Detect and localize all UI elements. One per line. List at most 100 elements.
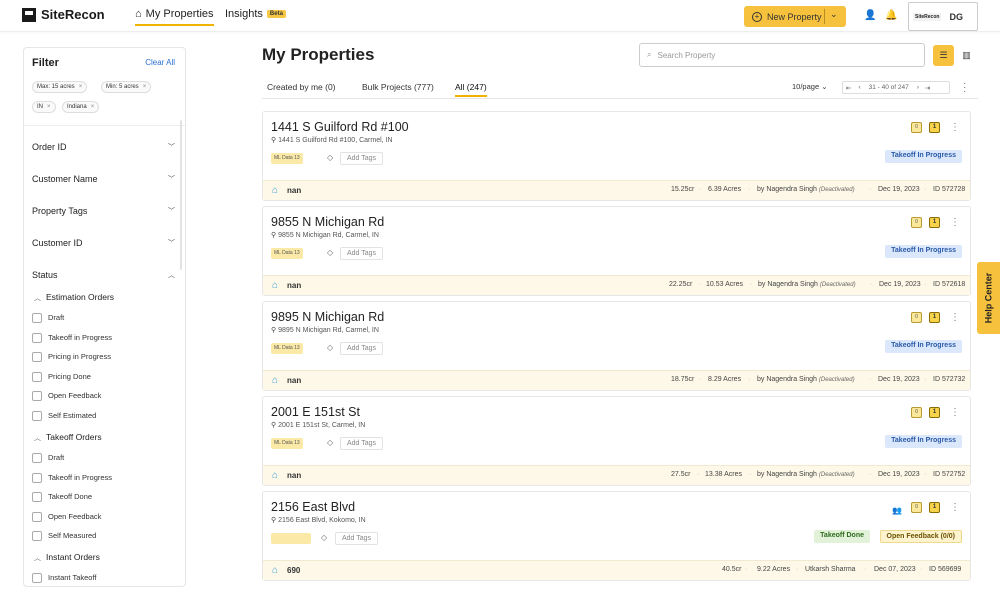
more-options-icon[interactable]: ⋮ bbox=[950, 122, 960, 133]
chip-label: IN bbox=[37, 104, 43, 110]
alert-icon[interactable]: 1 bbox=[929, 407, 940, 418]
property-name[interactable]: 1441 S Guilford Rd #100 bbox=[271, 120, 409, 134]
tab-bulk-projects[interactable]: Bulk Projects (777) bbox=[362, 82, 434, 92]
close-icon[interactable]: × bbox=[91, 104, 95, 110]
comment-icon[interactable]: 0 bbox=[911, 502, 922, 513]
section-property-tags[interactable]: Property Tags bbox=[32, 206, 87, 216]
chevron-up-icon[interactable]: ︿ bbox=[168, 270, 175, 280]
alert-icon[interactable]: 1 bbox=[929, 122, 940, 133]
section-customer-name[interactable]: Customer Name bbox=[32, 174, 98, 184]
checkbox[interactable] bbox=[32, 391, 42, 401]
pin-icon: ⚲ bbox=[271, 422, 277, 429]
tab-created-by-me[interactable]: Created by me (0) bbox=[267, 82, 336, 92]
filter-chip[interactable]: Indiana × bbox=[62, 101, 100, 113]
checkbox[interactable] bbox=[32, 531, 42, 541]
takeoff-orders-toggle[interactable]: ︿ Takeoff Orders bbox=[34, 432, 102, 443]
section-status[interactable]: Status bbox=[32, 270, 58, 280]
instant-orders-toggle[interactable]: ︿ Instant Orders bbox=[34, 552, 100, 563]
nav-insights[interactable]: Insights Beta bbox=[225, 8, 286, 20]
property-card[interactable]: 1441 S Guilford Rd #100 ⚲ 1441 S Guilford… bbox=[262, 111, 971, 201]
checkbox[interactable] bbox=[32, 372, 42, 382]
more-options-icon[interactable]: ⋮ bbox=[950, 217, 960, 228]
property-id: ID 572752 bbox=[933, 471, 966, 478]
alert-icon[interactable]: 1 bbox=[929, 502, 940, 513]
last-page-icon[interactable]: ⇥ bbox=[925, 84, 930, 92]
scrollbar[interactable] bbox=[180, 120, 182, 270]
tab-all[interactable]: All (247) bbox=[455, 82, 487, 97]
tag-icon: ◇ bbox=[327, 153, 334, 162]
user-icon[interactable]: 👤 bbox=[864, 10, 876, 21]
separator-dot: · bbox=[869, 186, 872, 193]
prev-page-icon[interactable]: ‹ bbox=[858, 84, 860, 91]
property-name[interactable]: 2156 East Blvd bbox=[271, 500, 355, 514]
property-name[interactable]: 9895 N Michigan Rd bbox=[271, 310, 384, 324]
section-order-id[interactable]: Order ID bbox=[32, 142, 67, 152]
checkbox[interactable] bbox=[32, 313, 42, 323]
checkbox[interactable] bbox=[32, 453, 42, 463]
per-page-select[interactable]: 10/page ⌄ bbox=[792, 82, 828, 91]
siterecon-logo[interactable]: SiteRecon bbox=[22, 7, 105, 22]
more-options-icon[interactable]: · · · bbox=[963, 79, 966, 97]
comment-icon[interactable]: 0 bbox=[911, 407, 922, 418]
filter-chip[interactable]: Max: 15 acres × bbox=[32, 81, 88, 93]
property-name[interactable]: 2001 E 151st St bbox=[271, 405, 360, 419]
checkbox[interactable] bbox=[32, 473, 42, 483]
acres-value: 9.22 Acres bbox=[757, 566, 791, 573]
card-icons: 0 1 bbox=[911, 407, 940, 418]
nav-my-properties[interactable]: ⌂ My Properties bbox=[135, 8, 214, 26]
checkbox[interactable] bbox=[32, 411, 42, 421]
add-tags-button[interactable]: Add Tags bbox=[340, 437, 384, 450]
checkbox-label: Takeoff Done bbox=[48, 492, 93, 501]
next-page-icon[interactable]: › bbox=[917, 84, 919, 91]
property-card[interactable]: 2001 E 151st St ⚲ 2001 E 151st St, Carmel… bbox=[262, 396, 971, 486]
chevron-down-icon[interactable]: ﹀ bbox=[168, 238, 175, 248]
checkbox[interactable] bbox=[32, 333, 42, 343]
search-input[interactable]: ⌕ Search Property bbox=[639, 43, 925, 67]
checkbox[interactable] bbox=[32, 492, 42, 502]
address-text: 9895 N Michigan Rd, Carmel, IN bbox=[278, 327, 379, 334]
chevron-down-icon[interactable]: ﹀ bbox=[168, 206, 175, 216]
add-tags-button[interactable]: Add Tags bbox=[340, 342, 384, 355]
more-options-icon[interactable]: ⋮ bbox=[950, 312, 960, 323]
add-tags-button[interactable]: Add Tags bbox=[340, 247, 384, 260]
close-icon[interactable]: × bbox=[79, 84, 83, 90]
property-card[interactable]: 9855 N Michigan Rd ⚲ 9855 N Michigan Rd, … bbox=[262, 206, 971, 296]
comment-icon[interactable]: 0 bbox=[911, 122, 922, 133]
users-icon[interactable]: 👥 bbox=[892, 506, 902, 515]
estimation-orders-toggle[interactable]: ︿ Estimation Orders bbox=[34, 292, 114, 303]
profile-menu[interactable]: SiteRecon DG bbox=[908, 2, 978, 31]
filter-chip[interactable]: IN × bbox=[32, 101, 56, 113]
new-property-button[interactable]: + New Property ⌄ bbox=[744, 6, 846, 27]
help-center-button[interactable]: Help Center bbox=[977, 262, 1000, 334]
section-customer-id[interactable]: Customer ID bbox=[32, 238, 83, 248]
alert-icon[interactable]: 1 bbox=[929, 217, 940, 228]
checkbox[interactable] bbox=[32, 352, 42, 362]
property-card[interactable]: 9895 N Michigan Rd ⚲ 9895 N Michigan Rd, … bbox=[262, 301, 971, 391]
chevron-down-icon[interactable]: ﹀ bbox=[168, 142, 175, 152]
property-card[interactable]: 2156 East Blvd ⚲ 2156 East Blvd, Kokomo, … bbox=[262, 491, 971, 581]
pagination: ⇤ ‹ 31 - 40 of 247 › ⇥ bbox=[842, 81, 950, 94]
bell-icon[interactable]: 🔔 bbox=[885, 10, 897, 21]
checkbox-label: Self Estimated bbox=[48, 411, 97, 420]
add-tags-button[interactable]: Add Tags bbox=[335, 532, 379, 545]
comment-icon[interactable]: 0 bbox=[911, 312, 922, 323]
close-icon[interactable]: × bbox=[143, 84, 147, 90]
comment-icon[interactable]: 0 bbox=[911, 217, 922, 228]
close-icon[interactable]: × bbox=[47, 104, 51, 110]
more-options-icon[interactable]: ⋮ bbox=[950, 502, 960, 513]
checkbox[interactable] bbox=[32, 512, 42, 522]
first-page-icon[interactable]: ⇤ bbox=[846, 84, 851, 92]
filter-chip[interactable]: Min: 5 acres × bbox=[101, 81, 152, 93]
more-options-icon[interactable]: ⋮ bbox=[950, 407, 960, 418]
alert-icon[interactable]: 1 bbox=[929, 312, 940, 323]
property-name[interactable]: 9855 N Michigan Rd bbox=[271, 215, 384, 229]
chevron-down-icon[interactable]: ⌄ bbox=[830, 9, 838, 20]
add-tags-button[interactable]: Add Tags bbox=[340, 152, 384, 165]
property-address: ⚲ 9855 N Michigan Rd, Carmel, IN bbox=[271, 231, 379, 239]
checkbox[interactable] bbox=[32, 573, 42, 583]
list-view-button[interactable]: ☰ bbox=[933, 45, 954, 66]
clear-all-link[interactable]: Clear All bbox=[145, 58, 175, 67]
chevron-down-icon[interactable]: ﹀ bbox=[168, 174, 175, 184]
map-view-button[interactable]: ▥ bbox=[956, 45, 977, 66]
created-by: by Nagendra Singh (Deactivated) bbox=[757, 186, 855, 193]
